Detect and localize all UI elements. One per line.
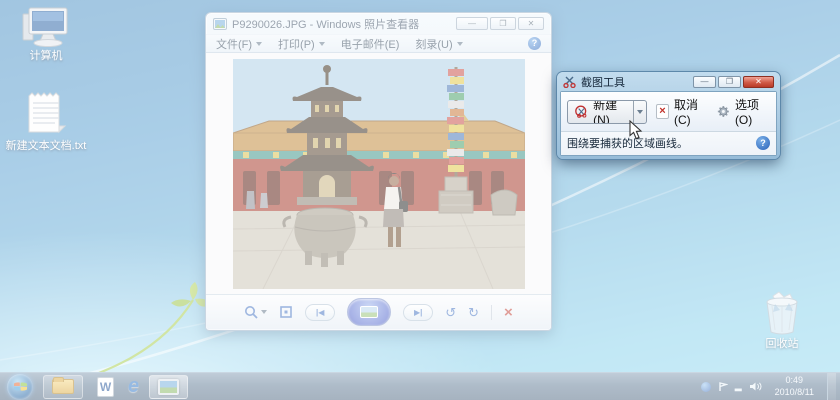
help-icon[interactable]: ? [756, 136, 770, 150]
snipping-tool-titlebar[interactable]: 截图工具 — ❐ ✕ [560, 72, 777, 91]
scissors-icon [563, 76, 576, 88]
snipping-tool-toolbar: 新建(N) × 取消(C) 选项(O) [561, 92, 776, 132]
snipping-tool-window: 截图工具 — ❐ ✕ 新建(N) [557, 72, 780, 159]
minimize-button[interactable]: — [693, 76, 716, 88]
close-button[interactable]: ✕ [743, 76, 774, 88]
mouse-cursor [629, 120, 643, 140]
maximize-button[interactable]: ❐ [718, 76, 741, 88]
new-snip-icon [575, 104, 588, 119]
cancel-x-icon: × [656, 104, 669, 119]
snipping-tool-statusbar: 围绕要捕获的区域画线。 ? [561, 132, 776, 155]
chevron-down-icon [637, 110, 643, 114]
options-button[interactable]: 选项(O) [717, 96, 770, 127]
window-title: 截图工具 [581, 74, 625, 90]
gear-icon [717, 104, 730, 119]
status-text: 围绕要捕获的区域画线。 [567, 135, 688, 151]
cancel-button[interactable]: × 取消(C) [656, 96, 708, 127]
snipping-dim-overlay[interactable] [0, 0, 840, 400]
